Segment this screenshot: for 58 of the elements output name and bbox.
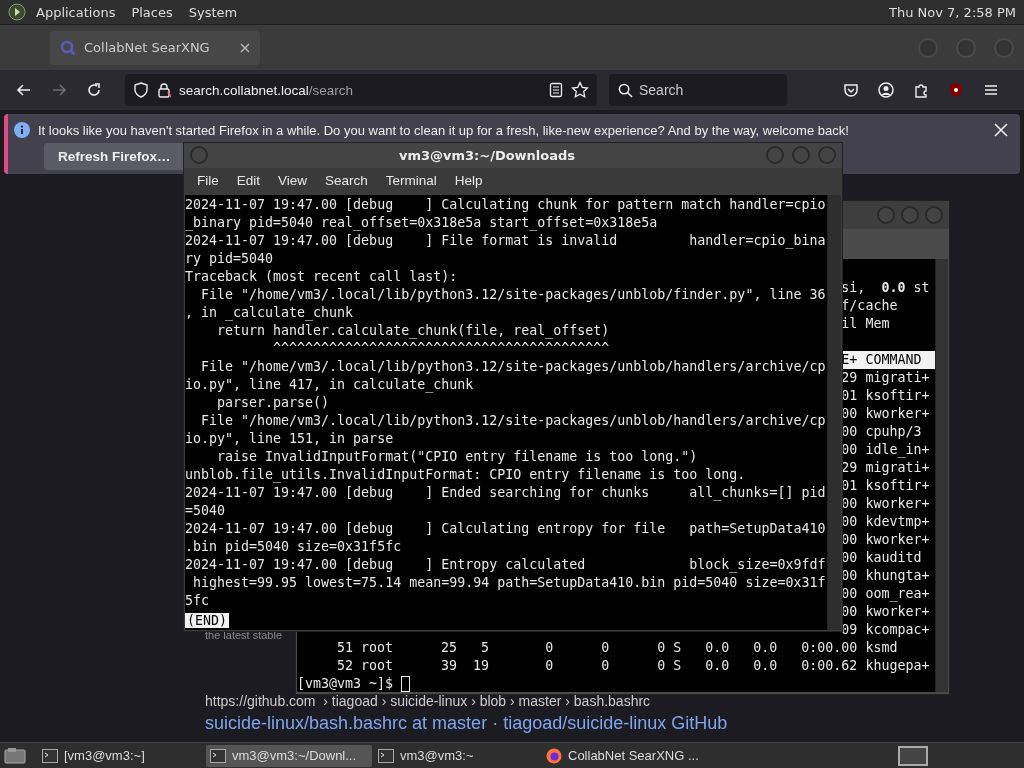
url-text: search.collabnet.local/search xyxy=(179,82,354,98)
taskbar-item[interactable]: vm3@vm3:~/Downl... xyxy=(206,744,372,767)
column-header: E+ COMMAND xyxy=(841,351,935,369)
terminal-line: io.py", line 417, in calculate_chunk xyxy=(185,376,475,394)
taskbar-item[interactable]: CollabNet SearXNG ... xyxy=(542,744,708,767)
terminal-line: 2024-11-07 19:47.00 [debug ] Calculating chunk for pattern match handler=cpio xyxy=(185,196,827,214)
terminal-line: 51 root 25 5 0 0 0 S 0.0 0.0 0:00.00 ksmd xyxy=(336,639,899,657)
notification-message: It looks like you haven't started Firefox in a while. Do you want to clean it up for a fresh, like-new experience? And by the way, welcome back! xyxy=(38,122,849,138)
window-title: vm3@vm3:~/Downloads xyxy=(397,147,577,163)
terminal-line: 2024-11-07 19:47.00 [debug ] File format is invalid handler=cpio_bina xyxy=(185,232,827,250)
terminal-line: File "/home/vm3/.local/lib/python3.12/site-packages/unblob/handlers/archive/cp xyxy=(200,358,827,376)
result-title-link[interactable]: suicide-linux/bash.bashrc at master · tiagoad/suicide-linux GitHub xyxy=(205,713,728,734)
terminal-line: Traceback (most recent call last): xyxy=(185,268,459,286)
terminal-line: io.py", line 151, in parse xyxy=(185,430,395,448)
terminal-line: , in _calculate_chunk xyxy=(185,304,355,322)
terminal-line: ry pid=5040 xyxy=(185,250,275,268)
terminal-line: File "/home/vm3/.local/lib/python3.12/site-packages/unblob/handlers/archive/cp xyxy=(200,412,827,430)
menu-item[interactable]: Edit xyxy=(227,173,270,189)
url-field[interactable]: search.collabnet.local/search xyxy=(125,74,597,106)
menu-item[interactable]: View xyxy=(269,173,317,189)
terminal-line: 52 root 39 19 0 0 0 S 0.0 0.0 0:00.62 khugepa+ xyxy=(336,657,931,675)
refresh-button[interactable]: Refresh Firefox… xyxy=(44,143,185,170)
terminal-line: 5fc xyxy=(185,592,211,610)
terminal-line: 2024-11-07 19:47.00 [debug ] Calculating entropy for file path=SetupData410 xyxy=(185,520,827,538)
terminal-line: File "/home/vm3/.local/lib/python3.12/site-packages/unblob/finder.py", line 36 xyxy=(200,286,827,304)
tab-title: CollabNet SearXNG xyxy=(84,40,211,55)
terminal-line: 2024-11-07 19:47.00 [debug ] Entropy calculated block_size=0x9fdf xyxy=(185,556,827,574)
menu-item[interactable]: Terminal xyxy=(376,173,446,189)
menu-item[interactable]: File xyxy=(188,173,228,189)
result-snippet: the latest stable xyxy=(205,629,283,641)
terminal-line: unblob.file_utils.InvalidInputFormat: CPIO entry filename is too long. xyxy=(185,466,747,484)
terminal-line: il Mem xyxy=(841,315,891,333)
terminal-line: raise InvalidInputFormat("CPIO entry filename is too long.") xyxy=(216,448,699,466)
menu-item[interactable]: Search xyxy=(316,173,377,189)
panel-menu[interactable]: System xyxy=(182,4,244,20)
search-field[interactable]: Search xyxy=(609,74,787,106)
terminal-line: ^^^^^^^^^^^^^^^^^^^^^^^^^^^^^^^^^^^^^^^^^^ xyxy=(272,340,611,358)
clock: Thu Nov 7, 2:58 PM xyxy=(889,4,1016,20)
terminal-line: return handler.calculate_chunk(file, real_offset) xyxy=(216,322,611,340)
terminal-line: 29 migrati+ xyxy=(841,459,931,477)
taskbar-item[interactable]: [vm3@vm3:~] xyxy=(38,744,204,767)
panel-menu[interactable]: Applications xyxy=(30,4,122,20)
terminal-line: .bin pid=5040 size=0x31f5fc xyxy=(185,538,403,556)
taskbar-item[interactable]: vm3@vm3:~ xyxy=(374,744,540,767)
shell-prompt: [vm3@vm3 ~]$ xyxy=(297,675,394,693)
terminal-line: si, 0.0 st xyxy=(841,279,931,297)
terminal-line: highest=99.95 lowest=75.14 mean=99.94 path=SetupData410.bin pid=5040 size=0x31f xyxy=(192,574,827,592)
terminal-line: =5040 xyxy=(185,502,227,520)
panel-menu[interactable]: Places xyxy=(125,4,179,20)
terminal-line: f/cache xyxy=(841,297,899,315)
terminal-line: 2024-11-07 19:47.00 [debug ] Ended searching for chunks all_chunks=[] pid xyxy=(185,484,827,502)
terminal-line: parser.parse() xyxy=(216,394,331,412)
result-url: https://github.com › tiagoad › suicide-linux › blob › master › bash.bashrc xyxy=(205,693,651,709)
pager-prompt: (END) xyxy=(185,613,230,628)
browser-tab[interactable]: CollabNet SearXNG xyxy=(50,30,260,65)
terminal-line: 29 migrati+ xyxy=(841,369,931,387)
terminal-line: _binary pid=5040 real_offset=0x318e5a start_offset=0x318e5a xyxy=(185,214,659,232)
menu-item[interactable]: Help xyxy=(445,173,492,189)
